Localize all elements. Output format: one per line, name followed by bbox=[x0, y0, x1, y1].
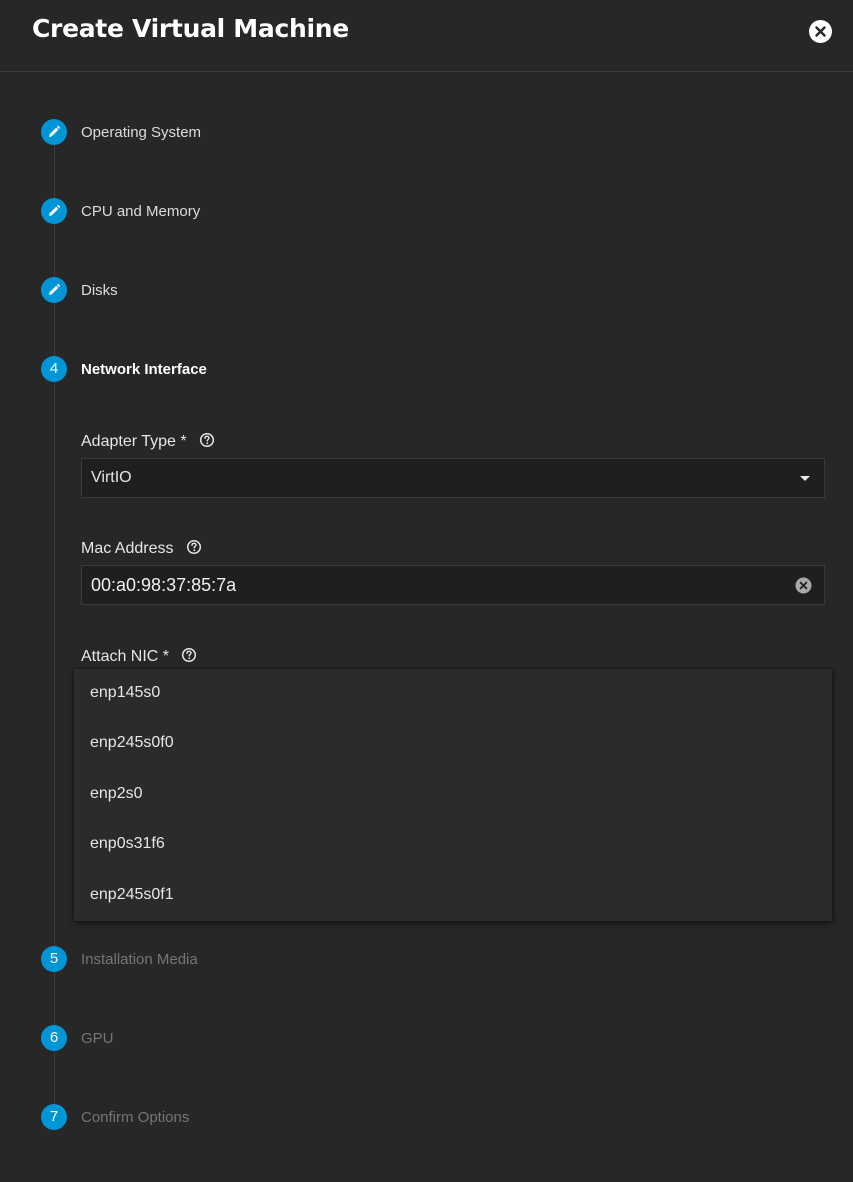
dialog-header: Create Virtual Machine bbox=[0, 0, 853, 72]
step-label: Operating System bbox=[81, 124, 202, 141]
attach-nic-label-text: Attach NIC * bbox=[81, 648, 170, 665]
step-label: Installation Media bbox=[81, 951, 198, 968]
step-edit-badge bbox=[41, 198, 67, 224]
option-label: enp0s31f6 bbox=[90, 835, 165, 852]
step-label: Network Interface bbox=[81, 361, 207, 378]
nic-option-enp245s0f0[interactable]: enp245s0f0 bbox=[74, 719, 832, 769]
step-operating-system[interactable]: Operating System bbox=[41, 119, 441, 145]
adapter-type-value: VirtIO bbox=[91, 469, 132, 486]
step-number-badge: 7 bbox=[41, 1104, 67, 1130]
mac-address-label-text: Mac Address bbox=[81, 540, 174, 557]
step-installation-media[interactable]: 5 Installation Media bbox=[41, 946, 441, 972]
pencil-icon bbox=[49, 283, 61, 295]
mac-address-input[interactable]: 00:a0:98:37:85:7a bbox=[81, 565, 825, 605]
mac-address-label: Mac Address bbox=[81, 539, 202, 558]
dialog-title: Create Virtual Machine bbox=[32, 14, 349, 43]
adapter-type-label: Adapter Type * bbox=[81, 432, 215, 451]
step-network-interface[interactable]: 4 Network Interface bbox=[41, 356, 441, 382]
step-label: GPU bbox=[81, 1030, 114, 1047]
option-label: enp245s0f0 bbox=[90, 734, 174, 751]
step-confirm-options[interactable]: 7 Confirm Options bbox=[41, 1104, 441, 1130]
help-icon[interactable] bbox=[186, 539, 202, 555]
nic-option-enp2s0[interactable]: enp2s0 bbox=[74, 770, 832, 820]
step-label: Confirm Options bbox=[81, 1109, 190, 1126]
attach-nic-label: Attach NIC * bbox=[81, 647, 197, 666]
option-label: enp2s0 bbox=[90, 785, 143, 802]
adapter-type-label-text: Adapter Type * bbox=[81, 433, 187, 450]
nic-option-enp0s31f6[interactable]: enp0s31f6 bbox=[74, 820, 832, 870]
step-number-badge: 5 bbox=[41, 946, 67, 972]
step-edit-badge bbox=[41, 119, 67, 145]
help-icon[interactable] bbox=[199, 432, 215, 448]
step-edit-badge bbox=[41, 277, 67, 303]
step-disks[interactable]: Disks bbox=[41, 277, 441, 303]
nic-option-enp145s0[interactable]: enp145s0 bbox=[74, 669, 832, 719]
attach-nic-dropdown: enp145s0 enp245s0f0 enp2s0 enp0s31f6 enp… bbox=[74, 669, 832, 921]
step-number-badge: 6 bbox=[41, 1025, 67, 1051]
option-label: enp245s0f1 bbox=[90, 886, 174, 903]
step-gpu[interactable]: 6 GPU bbox=[41, 1025, 441, 1051]
pencil-icon bbox=[49, 125, 61, 137]
mac-address-value: 00:a0:98:37:85:7a bbox=[91, 575, 237, 595]
clear-icon[interactable] bbox=[795, 577, 812, 594]
step-label: Disks bbox=[81, 282, 118, 299]
step-number-badge: 4 bbox=[41, 356, 67, 382]
chevron-down-icon bbox=[800, 476, 810, 481]
adapter-type-select[interactable]: VirtIO bbox=[81, 458, 825, 498]
option-label: enp145s0 bbox=[90, 684, 161, 701]
step-label: CPU and Memory bbox=[81, 203, 201, 220]
close-icon[interactable] bbox=[809, 20, 832, 43]
help-icon[interactable] bbox=[181, 647, 197, 663]
nic-option-enp245s0f1[interactable]: enp245s0f1 bbox=[74, 871, 832, 921]
pencil-icon bbox=[49, 204, 61, 216]
step-cpu-and-memory[interactable]: CPU and Memory bbox=[41, 198, 441, 224]
